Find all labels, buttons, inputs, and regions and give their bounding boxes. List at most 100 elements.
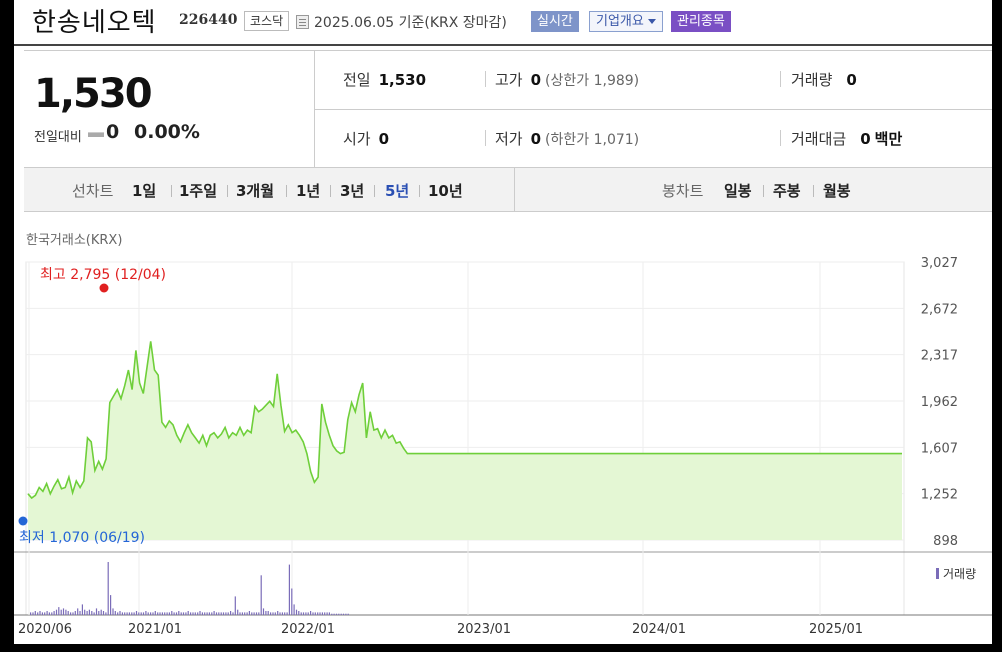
volume-bar bbox=[281, 612, 283, 616]
divider bbox=[419, 185, 420, 197]
tab-1day[interactable]: 1일 bbox=[132, 180, 156, 201]
volume-bar bbox=[166, 612, 168, 616]
volume-bar bbox=[338, 613, 340, 615]
realtime-button[interactable]: 실시간 bbox=[531, 11, 579, 32]
volume-bar bbox=[201, 612, 203, 616]
volume-bar bbox=[124, 612, 126, 616]
lower-limit: (하한가 1,071) bbox=[545, 132, 640, 148]
managed-stock-badge[interactable]: 관리종목 bbox=[671, 11, 731, 32]
volume-bar bbox=[215, 612, 218, 616]
divider bbox=[780, 71, 781, 87]
low-value: 0 bbox=[530, 130, 542, 148]
y-tick-label: 3,027 bbox=[921, 256, 958, 271]
volume-bar bbox=[171, 611, 173, 615]
y-tick-label: 898 bbox=[933, 534, 958, 549]
volume-bar bbox=[208, 612, 210, 616]
volume-bar bbox=[230, 611, 232, 615]
volume-bar bbox=[131, 612, 133, 616]
tab-3year[interactable]: 3년 bbox=[340, 180, 364, 201]
volume-bar bbox=[342, 613, 345, 615]
volume-bar bbox=[206, 612, 208, 616]
volume-bar bbox=[173, 612, 175, 616]
date-info: 2025.06.05 기준(KRX 장마감) bbox=[314, 15, 507, 31]
volume-bar bbox=[164, 612, 166, 616]
current-price: 1,530 bbox=[34, 71, 153, 117]
volume-bar bbox=[114, 611, 116, 615]
price-chart[interactable]: 3,027 2,672 2,317 1,962 1,607 1,252 898 2020/06… bbox=[14, 240, 992, 644]
volume-bar bbox=[244, 612, 246, 616]
high-price: 고가 0 (상한가 1,989) bbox=[495, 69, 639, 90]
trade-amount: 거래대금 0 백만 bbox=[791, 128, 902, 149]
volume-bar bbox=[239, 612, 241, 616]
price-area bbox=[28, 341, 902, 540]
low-label: 저가 bbox=[495, 130, 523, 148]
volume-bar bbox=[110, 595, 112, 615]
volume-bar bbox=[340, 613, 342, 615]
divider bbox=[485, 71, 486, 87]
volume-bar bbox=[234, 596, 236, 615]
volume-bar bbox=[154, 611, 156, 615]
volume-bar bbox=[284, 612, 286, 616]
volume-bar bbox=[100, 609, 102, 615]
volume-bar bbox=[321, 612, 323, 616]
volume-bar bbox=[182, 612, 185, 616]
volume-bar bbox=[37, 612, 39, 616]
current-price-box: 1,530 전일대비 0 0.00% bbox=[24, 51, 315, 169]
volume-bar bbox=[307, 612, 309, 616]
tab-5year[interactable]: 5년 bbox=[385, 180, 409, 201]
volume-bar bbox=[112, 608, 114, 615]
divider bbox=[485, 130, 486, 146]
volume: 거래량 0 bbox=[791, 69, 857, 90]
tab-10year[interactable]: 10년 bbox=[428, 180, 463, 201]
volume-bar bbox=[77, 608, 79, 615]
volume-bar bbox=[152, 612, 154, 616]
volume-bar bbox=[187, 611, 189, 615]
volume-bar bbox=[91, 611, 93, 615]
volume-bar bbox=[324, 612, 326, 616]
volume-bar bbox=[312, 612, 314, 616]
divider bbox=[374, 185, 375, 197]
stock-header: 한송네오텍 226440 코스닥 2025.06.05 기준(KRX 장마감) … bbox=[14, 0, 992, 46]
volume-bar bbox=[65, 609, 67, 615]
volume-bar bbox=[199, 611, 201, 615]
tab-1week[interactable]: 1주일 bbox=[179, 180, 217, 201]
chevron-down-icon bbox=[647, 19, 656, 24]
y-tick-label: 2,317 bbox=[921, 349, 958, 364]
volume-bar bbox=[46, 611, 48, 615]
volume-bar bbox=[272, 612, 274, 616]
company-overview-button[interactable]: 기업개요 bbox=[589, 11, 663, 32]
volume-bar bbox=[190, 612, 192, 616]
volume-label: 거래량 bbox=[791, 71, 833, 89]
tab-3month[interactable]: 3개월 bbox=[236, 180, 274, 201]
volume-bar bbox=[260, 575, 262, 616]
volume-bar bbox=[138, 612, 140, 616]
x-tick-label: 2022/01 bbox=[281, 622, 335, 637]
amount-label: 거래대금 bbox=[791, 130, 847, 148]
tab-weekly[interactable]: 주봉 bbox=[773, 180, 801, 201]
stock-name[interactable]: 한송네오텍 bbox=[32, 2, 157, 39]
divider bbox=[763, 185, 764, 197]
tab-daily[interactable]: 일봉 bbox=[724, 180, 752, 201]
volume-bar bbox=[253, 612, 255, 616]
amount-unit: 백만 bbox=[874, 130, 903, 148]
volume-bar bbox=[117, 612, 119, 616]
volume-bar bbox=[291, 588, 293, 615]
volume-bar bbox=[79, 611, 81, 615]
volume-bar bbox=[220, 612, 222, 616]
volume-bar bbox=[107, 562, 109, 615]
y-tick-label: 1,607 bbox=[921, 441, 958, 456]
prev-close: 전일 1,530 bbox=[343, 69, 426, 90]
market-badge: 코스닥 bbox=[244, 11, 290, 31]
volume-bar bbox=[62, 608, 65, 615]
volume-bar bbox=[135, 611, 138, 615]
tab-monthly[interactable]: 월봉 bbox=[823, 180, 851, 201]
volume-bar bbox=[180, 612, 182, 616]
volume-bar bbox=[175, 612, 178, 616]
y-tick-label: 2,672 bbox=[921, 302, 958, 317]
line-chart-label: 선차트 bbox=[72, 182, 114, 200]
tab-1year[interactable]: 1년 bbox=[296, 180, 320, 201]
volume-bar bbox=[102, 611, 105, 615]
volume-bar bbox=[74, 611, 76, 615]
volume-bar bbox=[140, 612, 142, 616]
volume-bar bbox=[161, 612, 163, 616]
